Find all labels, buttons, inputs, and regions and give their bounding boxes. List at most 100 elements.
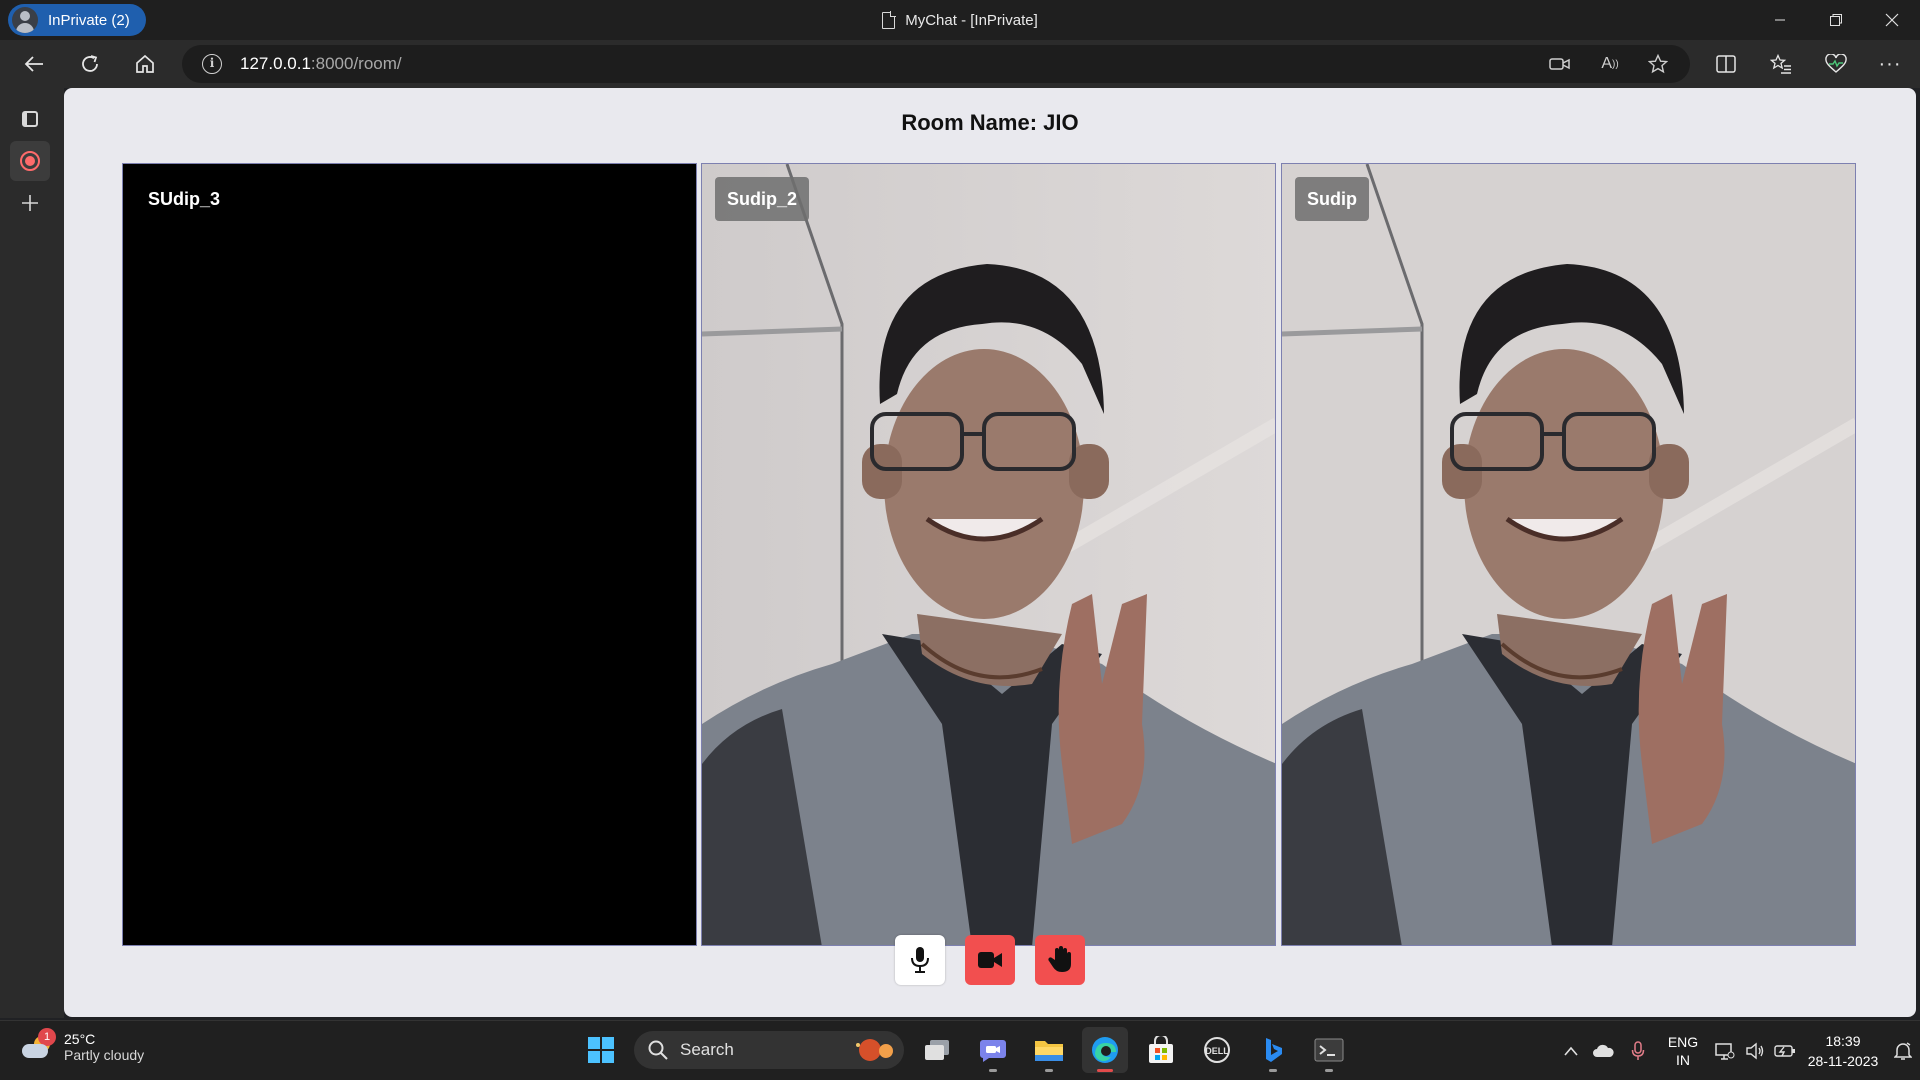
network-icon xyxy=(1715,1043,1735,1060)
video-feed xyxy=(702,164,1275,945)
clock-time: 18:39 xyxy=(1825,1033,1861,1049)
participant-tile-sudip-2: Sudip_2 xyxy=(701,163,1276,946)
title-bar: InPrivate (2) MyChat - [InPrivate] xyxy=(0,0,1920,40)
window-controls xyxy=(1752,0,1920,40)
more-menu-button[interactable]: ··· xyxy=(1870,44,1910,84)
back-button[interactable] xyxy=(14,44,54,84)
store-icon xyxy=(1149,1036,1173,1063)
home-icon xyxy=(136,54,154,73)
microphone-in-use-button[interactable] xyxy=(1620,1041,1656,1061)
participant-name: Sudip_2 xyxy=(715,177,810,221)
start-button[interactable] xyxy=(578,1027,624,1073)
window-title-text: MyChat - [InPrivate] xyxy=(905,11,1038,29)
file-explorer-button[interactable] xyxy=(1026,1027,1072,1073)
favorite-star-icon[interactable] xyxy=(1638,45,1678,83)
windows-logo-icon xyxy=(588,1037,614,1063)
split-screen-icon xyxy=(1716,55,1736,73)
bing-button[interactable] xyxy=(1250,1027,1296,1073)
battery-charging-icon xyxy=(1774,1045,1795,1057)
new-tab-button[interactable] xyxy=(10,183,50,223)
recording-tab-icon xyxy=(20,151,40,171)
participant-name: Sudip xyxy=(1295,177,1369,221)
language-code: ENG xyxy=(1667,1034,1699,1050)
search-icon xyxy=(648,1040,668,1060)
address-bar[interactable]: i 127.0.0.1:8000/room/ A)) xyxy=(182,45,1690,83)
browser-toolbar: i 127.0.0.1:8000/room/ A)) ··· xyxy=(0,40,1920,88)
tabs-icon xyxy=(22,111,38,127)
page-viewport: Room Name: JIO SUdip_3 Sudip_2 Sudip xyxy=(64,88,1916,1017)
read-aloud-icon[interactable]: A)) xyxy=(1590,45,1630,83)
close-icon xyxy=(1885,13,1899,27)
bing-icon xyxy=(1266,1038,1282,1062)
favorites-list-icon xyxy=(1770,54,1791,74)
clock-date: 28-11-2023 xyxy=(1807,1053,1879,1069)
input-language-button[interactable]: ENG IN xyxy=(1656,1033,1710,1069)
minimize-icon xyxy=(1775,19,1785,21)
participant-name: SUdip_3 xyxy=(148,189,221,209)
tab-mychat[interactable] xyxy=(10,141,50,181)
restore-button[interactable] xyxy=(1808,0,1864,40)
chat-icon xyxy=(980,1040,1006,1062)
task-view-button[interactable] xyxy=(914,1027,960,1073)
vertical-tab-sidebar xyxy=(0,88,64,1018)
edge-icon xyxy=(1092,1037,1118,1063)
teams-chat-button[interactable] xyxy=(970,1027,1016,1073)
browser-essentials-button[interactable] xyxy=(1816,44,1856,84)
microsoft-store-button[interactable] xyxy=(1138,1027,1184,1073)
network-button[interactable] xyxy=(1710,1042,1740,1060)
video-feed xyxy=(1282,164,1855,945)
split-screen-button[interactable] xyxy=(1706,44,1746,84)
speaker-icon xyxy=(1746,1042,1764,1060)
url-text[interactable]: 127.0.0.1:8000/room/ xyxy=(240,45,402,83)
svg-text:DELL: DELL xyxy=(1205,1046,1229,1056)
notifications-button[interactable] xyxy=(1886,1041,1920,1061)
restore-icon xyxy=(1830,14,1842,26)
weather-widget[interactable]: 1 25°C Partly cloudy xyxy=(22,1028,145,1063)
favorites-button[interactable] xyxy=(1761,44,1801,84)
site-info-icon[interactable]: i xyxy=(202,54,222,74)
home-button[interactable] xyxy=(125,44,165,84)
hand-icon xyxy=(1048,946,1071,972)
chevron-up-icon xyxy=(1564,1046,1578,1056)
volume-button[interactable] xyxy=(1740,1042,1770,1060)
taskbar-search[interactable]: Search xyxy=(634,1031,904,1069)
mic-icon xyxy=(911,947,929,973)
heart-pulse-icon xyxy=(1825,54,1847,73)
plus-icon xyxy=(22,195,38,211)
terminal-button[interactable] xyxy=(1306,1027,1352,1073)
notification-badge: 1 xyxy=(38,1028,56,1046)
call-controls xyxy=(64,935,1916,985)
show-hidden-icons-button[interactable] xyxy=(1556,1046,1586,1056)
back-arrow-icon xyxy=(24,56,43,72)
dell-app-button[interactable]: DELL xyxy=(1194,1027,1240,1073)
refresh-button[interactable] xyxy=(70,44,110,84)
video-camera-icon[interactable] xyxy=(1540,45,1580,83)
search-label: Search xyxy=(680,1040,734,1059)
edge-browser-button[interactable] xyxy=(1082,1027,1128,1073)
weather-temperature: 25°C xyxy=(64,1031,96,1047)
close-button[interactable] xyxy=(1864,0,1920,40)
leave-call-button[interactable] xyxy=(1035,935,1085,985)
mic-toggle-button[interactable] xyxy=(895,935,945,985)
camera-toggle-button[interactable] xyxy=(965,935,1015,985)
window-title: MyChat - [InPrivate] xyxy=(0,0,1920,40)
participant-tile-sudip-3: SUdip_3 xyxy=(122,163,697,946)
dell-logo-icon: DELL xyxy=(1204,1037,1230,1063)
keyboard-region: IN xyxy=(1676,1052,1690,1068)
folder-icon xyxy=(1035,1041,1063,1061)
system-tray: ENG IN 18:39 28-11-2023 xyxy=(1556,1021,1920,1080)
microphone-icon xyxy=(1631,1041,1645,1060)
battery-button[interactable] xyxy=(1770,1044,1800,1058)
minimize-button[interactable] xyxy=(1752,0,1808,40)
onedrive-button[interactable] xyxy=(1586,1044,1620,1058)
date-time-button[interactable]: 18:39 28-11-2023 xyxy=(1800,1031,1886,1071)
room-title: Room Name: JIO xyxy=(901,110,1079,135)
camera-icon xyxy=(978,952,1002,968)
terminal-icon xyxy=(1314,1038,1344,1062)
cloud-icon xyxy=(1593,1044,1614,1057)
windows-taskbar: 1 25°C Partly cloudy Search DELL ENG IN … xyxy=(0,1020,1920,1080)
weather-description: Partly cloudy xyxy=(64,1047,145,1063)
tab-actions-button[interactable] xyxy=(10,99,50,139)
search-highlight-icon xyxy=(856,1039,893,1061)
taskbar-apps: Search DELL xyxy=(578,1027,1352,1073)
